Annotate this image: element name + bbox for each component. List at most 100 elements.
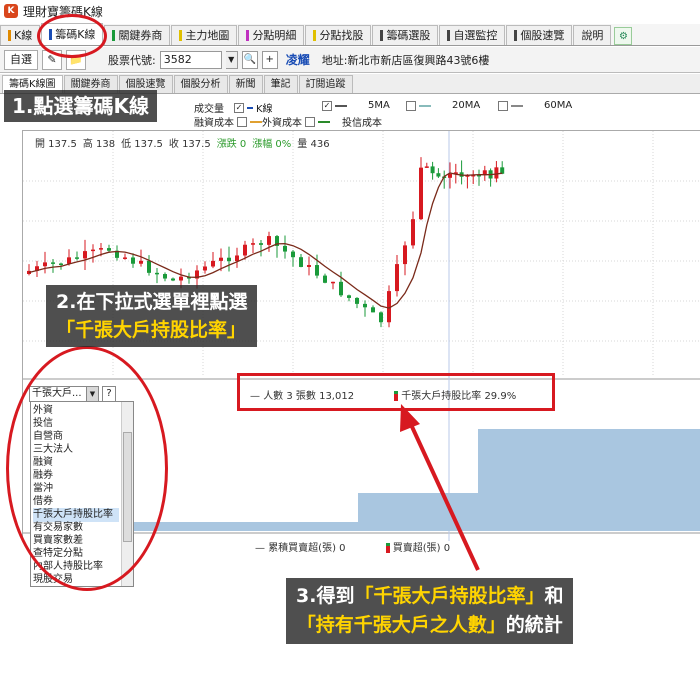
buysell-legend: — 累積買賣超(張) 0 買賣超(張) 0 <box>255 539 450 554</box>
kline-swatch <box>247 106 253 109</box>
candle-body <box>436 173 441 177</box>
foreign-cost-checkbox[interactable] <box>305 116 315 127</box>
ma20-swatch <box>419 104 431 107</box>
tab-color-mark <box>112 30 116 41</box>
margin-cost-checkbox[interactable] <box>237 116 247 127</box>
app-logo-icon: K <box>4 4 18 18</box>
highlight-box-legend <box>237 373 555 411</box>
legend-margin-cost[interactable]: 融資成本 <box>194 114 262 129</box>
candle-body <box>323 275 327 283</box>
candle-body <box>67 257 71 264</box>
candle-body <box>43 262 47 267</box>
watchlist-button[interactable]: 自選 <box>4 49 38 70</box>
tab-main-force-map[interactable]: 主力地圖 <box>171 25 238 45</box>
tab-help[interactable]: 說明 <box>573 25 612 45</box>
ma5-checkbox[interactable]: ✓ <box>322 100 332 111</box>
candle-body <box>339 281 343 296</box>
title-bar: K 理財寶籌碼K線 <box>0 0 700 22</box>
candle-body <box>430 166 435 174</box>
candle-body <box>123 257 127 259</box>
candle-body <box>139 260 143 264</box>
candle-body <box>91 249 95 252</box>
subtab-notes[interactable]: 筆記 <box>263 75 298 93</box>
candle-body <box>147 260 151 273</box>
tab-kline[interactable]: K線 <box>0 25 41 45</box>
candle-body <box>307 265 311 267</box>
highlight-circle-dropdown <box>6 346 168 591</box>
candle-body <box>371 307 375 313</box>
candle-body <box>259 243 263 245</box>
candle-body <box>171 278 175 281</box>
candle-body <box>347 295 351 298</box>
candle-body <box>227 257 231 262</box>
tab-color-mark <box>8 30 11 41</box>
candle-body <box>179 276 183 281</box>
price-info: 開 137.5 高 138 低 137.5 收 137.5 漲跌 0 漲幅 0%… <box>35 139 330 150</box>
candle-body <box>395 264 399 292</box>
candle-body <box>163 274 167 279</box>
candle-body <box>331 281 335 284</box>
stock-code-input[interactable]: 3582 <box>159 50 222 69</box>
candle-body <box>251 243 255 245</box>
tab-key-brokers[interactable]: 關鍵券商 <box>104 25 171 45</box>
tab-color-mark <box>246 30 250 41</box>
candle-body <box>131 257 135 264</box>
legend-ma5[interactable]: ✓ 5MA <box>322 100 390 111</box>
candle-body <box>107 248 111 251</box>
add-button[interactable]: + <box>261 50 278 69</box>
candle-body <box>203 266 207 271</box>
candle-body <box>403 245 407 265</box>
foreign-cost-swatch <box>318 120 330 123</box>
holding-ratio-area <box>131 429 700 531</box>
legend-ma20[interactable]: 20MA <box>406 100 480 111</box>
candle-body <box>219 257 223 261</box>
search-icon[interactable]: 🔍 <box>241 50 258 69</box>
settings-icon[interactable]: ⚙ <box>614 27 633 45</box>
candle-body <box>243 244 247 256</box>
tab-branch-detail[interactable]: 分點明細 <box>238 25 305 45</box>
ma20-checkbox[interactable] <box>406 100 416 111</box>
tab-branch-stock-finder[interactable]: 分點找股 <box>305 25 372 45</box>
legend-trust-cost[interactable]: 投信成本 <box>342 114 382 129</box>
candle-body <box>291 251 295 258</box>
subtab-subscribe[interactable]: 訂閱追蹤 <box>298 75 353 93</box>
accum-buysell: — 累積買賣超(張) 0 <box>255 543 346 554</box>
tab-color-mark <box>447 30 451 41</box>
chevron-down-icon[interactable]: ▼ <box>225 50 238 69</box>
ma5-swatch <box>335 104 347 107</box>
tab-color-mark <box>313 30 317 41</box>
ma60-checkbox[interactable] <box>498 100 508 111</box>
step3-callout: 3.得到「千張大戶持股比率」和 「持有千張大戶之人數」的統計 <box>286 578 574 644</box>
tab-watchlist-monitor[interactable]: 自選監控 <box>439 25 506 45</box>
candle-body <box>419 167 423 220</box>
legend-kline[interactable]: ✓ K線 <box>234 100 273 115</box>
candle-body <box>379 312 383 323</box>
tab-stock-overview[interactable]: 個股速覽 <box>506 25 573 45</box>
tab-chip-screener[interactable]: 籌碼選股 <box>372 25 439 45</box>
candle-body <box>155 272 159 275</box>
candle-body <box>315 265 319 276</box>
stock-toolbar: 自選 ✎ 📁 股票代號: 3582 ▼ 🔍 + 凌耀 地址:新北市新店區復興路4… <box>0 47 700 73</box>
tab-color-mark <box>514 30 518 41</box>
subtab-stock-analysis[interactable]: 個股分析 <box>173 75 228 93</box>
tab-color-mark <box>179 30 183 41</box>
candle-body <box>411 219 415 246</box>
candle-body <box>267 236 271 245</box>
candle-body <box>355 297 359 304</box>
candle-body <box>424 166 429 168</box>
subtab-news[interactable]: 新聞 <box>228 75 263 93</box>
candle-body <box>59 263 63 266</box>
legend-ma60[interactable]: 60MA <box>498 100 572 111</box>
highlight-circle-tab <box>37 14 107 58</box>
company-address: 地址:新北市新店區復興路43號6樓 <box>321 53 490 67</box>
candle-body <box>211 260 215 267</box>
ma60-swatch <box>511 104 523 107</box>
net-swatch-icon <box>385 543 390 553</box>
kline-checkbox[interactable]: ✓ <box>234 102 244 113</box>
candle-body <box>363 303 367 308</box>
candle-body <box>299 257 303 267</box>
candle-body <box>75 257 79 259</box>
candle-body <box>283 245 287 252</box>
legend-foreign-cost[interactable]: 外資成本 <box>262 114 330 129</box>
stock-code-label: 股票代號: <box>108 53 156 67</box>
